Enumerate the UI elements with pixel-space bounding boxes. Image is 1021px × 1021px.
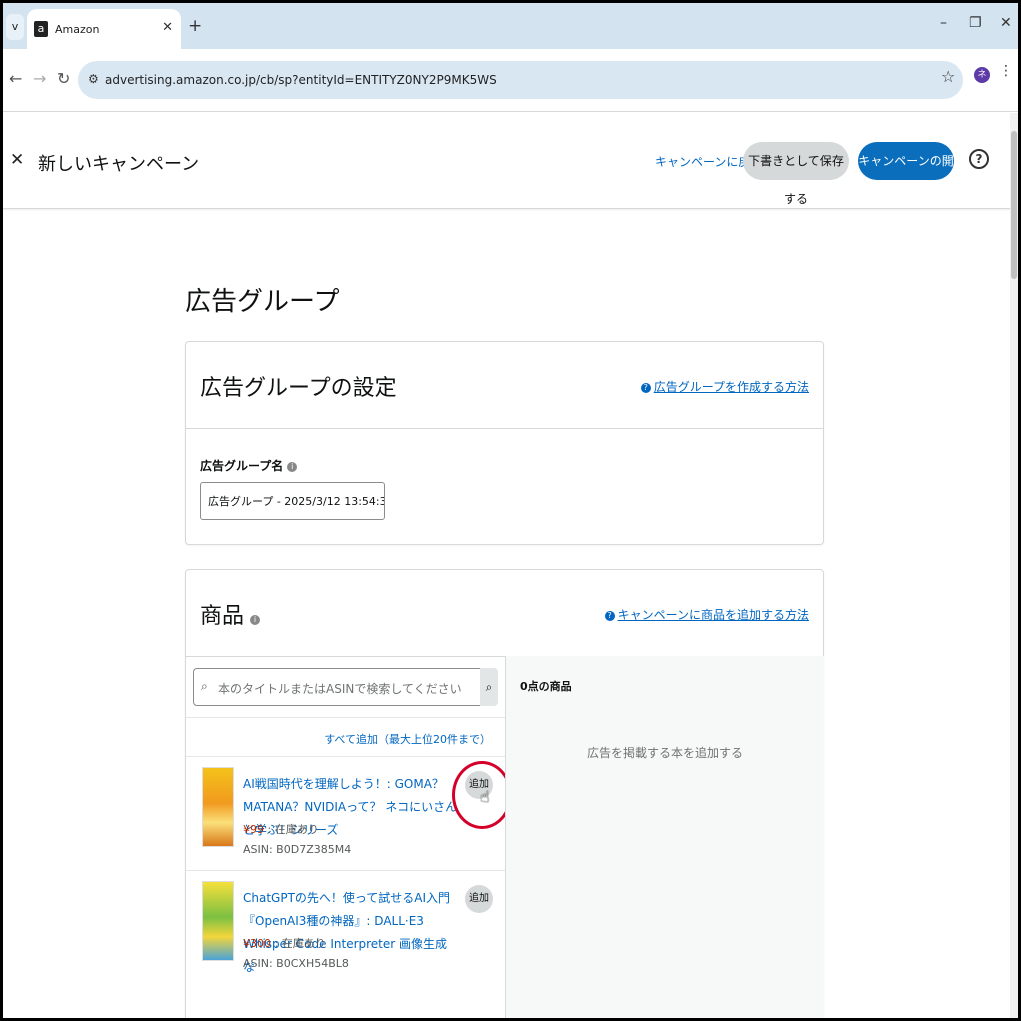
- profile-avatar[interactable]: ネ: [974, 67, 990, 83]
- amazon-favicon-icon: a: [34, 21, 48, 37]
- section-title: 広告グループ: [185, 287, 340, 317]
- restore-icon[interactable]: ❐: [969, 15, 982, 31]
- product-stock: 在庫あり: [281, 937, 326, 950]
- reload-icon[interactable]: ↻: [57, 69, 70, 88]
- product-price-stock: ¥99 : 在庫あり: [243, 823, 319, 836]
- browser-toolbar: ← → ↻ ⚙ advertising.amazon.co.jp/cb/sp?e…: [3, 49, 1018, 112]
- screen: v a Amazon ✕ + – ❐ ✕ ← → ↻ ⚙ advertising…: [3, 3, 1018, 1018]
- empty-state-message: 広告を掲載する本を追加する: [586, 746, 743, 760]
- search-icon: ⌕: [201, 679, 208, 693]
- site-info-icon[interactable]: ⚙: [88, 72, 99, 86]
- product-search-panel: ⌕ 本のタイトルまたはASINで検索してください ⌕ すべて追加（最大上位20件…: [186, 656, 512, 1018]
- product-search-input[interactable]: ⌕ 本のタイトルまたはASINで検索してください: [193, 668, 481, 706]
- product-cover-image: [202, 767, 234, 847]
- campaign-header: ✕ 新しいキャンペーン キャンペーンに戻る 下書きとして保存する キャンペーンの…: [3, 112, 1018, 209]
- product-item: AI戦国時代を理解しよう！: GOMA？MATANA？NVIDIAって？ ネコに…: [186, 757, 512, 869]
- products-help-link-text: キャンペーンに商品を追加する方法: [617, 608, 809, 622]
- question-icon: ?: [604, 611, 615, 621]
- add-all-link[interactable]: すべて追加（最大上位20件まで）: [324, 731, 491, 747]
- card-divider: [186, 428, 823, 429]
- info-icon[interactable]: i: [287, 462, 298, 472]
- address-bar[interactable]: ⚙ advertising.amazon.co.jp/cb/sp?entityI…: [78, 61, 963, 99]
- browser-tab[interactable]: a Amazon ✕: [27, 9, 181, 49]
- bookmark-star-icon[interactable]: ☆: [941, 67, 955, 86]
- page-title: 新しいキャンペーン: [38, 154, 200, 175]
- tab-search-chevron-icon[interactable]: v: [6, 14, 24, 40]
- ad-group-name-label: 広告グループ名 i: [200, 457, 298, 474]
- browser-tab-bar: v a Amazon ✕ + – ❐ ✕: [3, 3, 1018, 49]
- settings-help-link[interactable]: ? 広告グループを作成する方法: [640, 378, 809, 395]
- product-cover-image: [202, 881, 234, 961]
- list-divider: [186, 717, 505, 718]
- new-tab-icon[interactable]: +: [188, 16, 202, 36]
- tab-title: Amazon: [55, 23, 100, 36]
- products-help-link[interactable]: ? キャンペーンに商品を追加する方法: [604, 606, 809, 623]
- save-draft-button[interactable]: 下書きとして保存する: [743, 142, 849, 206]
- search-button[interactable]: ⌕: [480, 668, 498, 706]
- product-price: ¥300: [243, 937, 271, 950]
- help-icon[interactable]: ?: [969, 149, 989, 169]
- ad-group-settings-card: 広告グループの設定 ? 広告グループを作成する方法 広告グループ名 i: [185, 341, 824, 545]
- selected-products-panel: 0点の商品 広告を掲載する本を追加する: [505, 656, 824, 1018]
- products-card-title-text: 商品: [200, 604, 245, 629]
- product-price: ¥99: [243, 823, 264, 836]
- product-asin: ASIN: B0CXH54BL8: [243, 957, 349, 970]
- launch-campaign-button[interactable]: キャンペーンの開始: [858, 142, 954, 206]
- close-icon[interactable]: ✕: [10, 150, 24, 170]
- window-close-icon[interactable]: ✕: [1000, 15, 1012, 31]
- forward-arrow-icon[interactable]: →: [33, 69, 46, 88]
- ad-group-name-input[interactable]: [200, 482, 385, 520]
- url-text: advertising.amazon.co.jp/cb/sp?entityId=…: [105, 73, 497, 87]
- hand-cursor-icon: ☝: [480, 787, 490, 806]
- products-card: 商品 i ? キャンペーンに商品を追加する方法 ⌕ 本のタイトルまたはASINで検索…: [185, 569, 824, 1018]
- product-stock: 在庫あり: [274, 823, 319, 836]
- tab-close-icon[interactable]: ✕: [162, 20, 173, 35]
- products-card-title: 商品 i: [200, 598, 261, 630]
- add-product-button[interactable]: 追加: [465, 885, 493, 913]
- settings-help-link-text: 広告グループを作成する方法: [653, 380, 809, 394]
- product-asin: ASIN: B0D7Z385M4: [243, 843, 352, 856]
- scrollbar-thumb[interactable]: [1011, 131, 1017, 279]
- ad-group-name-label-text: 広告グループ名: [200, 459, 284, 473]
- product-item: ChatGPTの先へ！使って試せるAI入門『OpenAI3種の神器』: DALL…: [186, 871, 505, 983]
- back-arrow-icon[interactable]: ←: [9, 69, 22, 88]
- minimize-icon[interactable]: –: [940, 15, 947, 31]
- selected-products-count: 0点の商品: [520, 680, 572, 693]
- browser-menu-icon[interactable]: ⋮: [999, 64, 1013, 78]
- search-placeholder: 本のタイトルまたはASINで検索してください: [218, 682, 462, 696]
- question-icon: ?: [640, 383, 651, 393]
- product-price-stock: ¥300 : 在庫あり: [243, 937, 326, 950]
- settings-card-title: 広告グループの設定: [200, 376, 397, 401]
- info-icon[interactable]: i: [250, 615, 261, 625]
